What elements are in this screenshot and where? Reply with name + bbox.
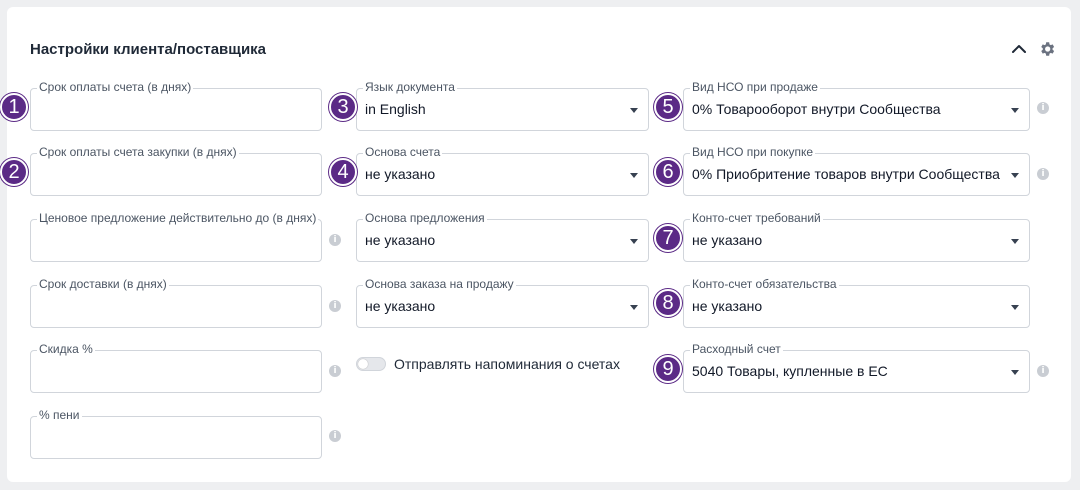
quote-basis-select[interactable]: Основа предложения не указано: [356, 211, 649, 262]
field-label: Основа предложения: [363, 211, 487, 225]
toggle-knob: [358, 359, 368, 369]
field-label: Вид НСО при покупке: [690, 145, 816, 159]
annotation-badge: 5: [654, 93, 682, 121]
info-icon[interactable]: i: [1037, 102, 1049, 114]
caret-down-icon: [1011, 108, 1019, 113]
purchase-payment-term-field[interactable]: Срок оплаты счета закупки (в днях): [30, 145, 322, 196]
vat-sales-select[interactable]: Вид НСО при продаже 0% Товарооборот внут…: [683, 80, 1030, 131]
field-value: не указано: [365, 232, 436, 248]
expense-account-select[interactable]: Расходный счет 5040 Товары, купленные в …: [683, 342, 1030, 393]
penalty-field[interactable]: % пени: [30, 408, 322, 459]
field-value: не указано: [365, 166, 436, 182]
delivery-term-field[interactable]: Срок доставки (в днях): [30, 277, 322, 328]
field-value: in English: [365, 101, 426, 117]
field-label: Скидка %: [37, 342, 95, 356]
info-icon[interactable]: i: [1037, 168, 1049, 180]
field-value: не указано: [365, 298, 436, 314]
field-value: не указано: [692, 232, 763, 248]
caret-down-icon: [1011, 173, 1019, 178]
liabilities-account-select[interactable]: Конто-счет обязательства не указано: [683, 277, 1030, 328]
annotation-badge: 1: [0, 93, 28, 121]
info-icon[interactable]: i: [329, 234, 341, 246]
quote-valid-until-field[interactable]: Ценовое предложение действительно до (в …: [30, 211, 322, 262]
reminders-toggle[interactable]: [356, 357, 386, 371]
caret-down-icon: [1011, 239, 1019, 244]
info-icon[interactable]: i: [1037, 365, 1049, 377]
field-label: % пени: [37, 408, 82, 422]
caret-down-icon: [630, 239, 638, 244]
field-label: Язык документа: [363, 80, 457, 94]
field-value: 0% Приобритение товаров внутри Сообществ…: [692, 166, 1000, 182]
sales-order-basis-select[interactable]: Основа заказа на продажу не указано: [356, 277, 649, 328]
annotation-badge: 4: [329, 158, 357, 186]
field-label: Основа заказа на продажу: [363, 277, 516, 291]
field-label: Расходный счет: [690, 342, 783, 356]
info-icon[interactable]: i: [329, 365, 341, 377]
annotation-badge: 7: [654, 224, 682, 252]
payment-term-field[interactable]: Срок оплаты счета (в днях): [30, 80, 322, 131]
caret-down-icon: [1011, 305, 1019, 310]
annotation-badge: 2: [0, 158, 28, 186]
field-label: Конто-счет обязательства: [690, 277, 839, 291]
field-value: 0% Товарооборот внутри Сообщества: [692, 101, 941, 117]
field-value: 5040 Товары, купленные в ЕС: [692, 363, 888, 379]
annotation-badge: 9: [654, 355, 682, 383]
receivables-account-select[interactable]: Конто-счет требований не указано: [683, 211, 1030, 262]
info-icon[interactable]: i: [329, 300, 341, 312]
caret-down-icon: [630, 108, 638, 113]
field-label: Срок доставки (в днях): [37, 277, 169, 291]
field-label: Срок оплаты счета закупки (в днях): [37, 145, 239, 159]
gear-icon[interactable]: [1038, 40, 1056, 58]
caret-down-icon: [1011, 370, 1019, 375]
info-icon[interactable]: i: [329, 430, 341, 442]
chevron-up-icon[interactable]: [1010, 40, 1028, 58]
section-title: Настройки клиента/поставщика: [30, 41, 267, 58]
field-label: Конто-счет требований: [690, 211, 823, 225]
reminders-toggle-label: Отправлять напоминания о счетах: [394, 356, 620, 372]
discount-field[interactable]: Скидка %: [30, 342, 322, 393]
document-language-select[interactable]: Язык документа in English: [356, 80, 649, 131]
invoice-basis-select[interactable]: Основа счета не указано: [356, 145, 649, 196]
field-label: Срок оплаты счета (в днях): [37, 80, 194, 94]
field-label: Основа счета: [363, 145, 443, 159]
field-label: Ценовое предложение действительно до (в …: [37, 211, 319, 225]
annotation-badge: 8: [654, 289, 682, 317]
caret-down-icon: [630, 305, 638, 310]
caret-down-icon: [630, 173, 638, 178]
annotation-badge: 3: [329, 93, 357, 121]
field-label: Вид НСО при продаже: [690, 80, 820, 94]
annotation-badge: 6: [654, 158, 682, 186]
vat-purchase-select[interactable]: Вид НСО при покупке 0% Приобритение това…: [683, 145, 1030, 196]
field-value: не указано: [692, 298, 763, 314]
